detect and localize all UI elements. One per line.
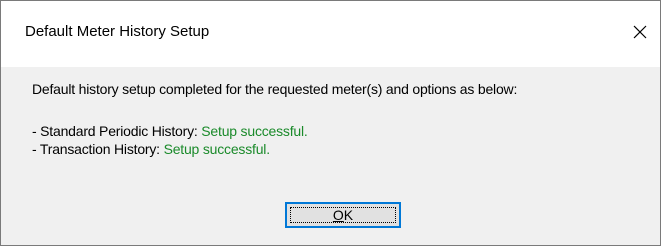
status-value: Setup successful. — [163, 141, 271, 157]
status-label: - Standard Periodic History: — [32, 123, 202, 139]
message-text: Default history setup completed for the … — [32, 81, 518, 97]
close-icon — [633, 25, 647, 39]
dialog-window: Default Meter History Setup Default hist… — [0, 0, 661, 246]
ok-mnemonic: O — [332, 207, 344, 223]
title-bar[interactable]: Default Meter History Setup — [1, 1, 660, 67]
ok-button[interactable]: OK — [285, 202, 401, 228]
status-line-transaction: - Transaction History: Setup successful. — [32, 141, 270, 157]
dialog-body: Default history setup completed for the … — [1, 67, 660, 245]
close-button[interactable] — [626, 19, 654, 45]
status-value: Setup successful. — [201, 123, 308, 139]
status-line-standard-periodic: - Standard Periodic History: Setup succe… — [32, 123, 308, 139]
ok-label-rest: K — [343, 207, 354, 223]
status-label: - Transaction History: — [32, 141, 164, 157]
ok-button-label: OK — [333, 207, 353, 223]
window-title: Default Meter History Setup — [25, 23, 210, 40]
